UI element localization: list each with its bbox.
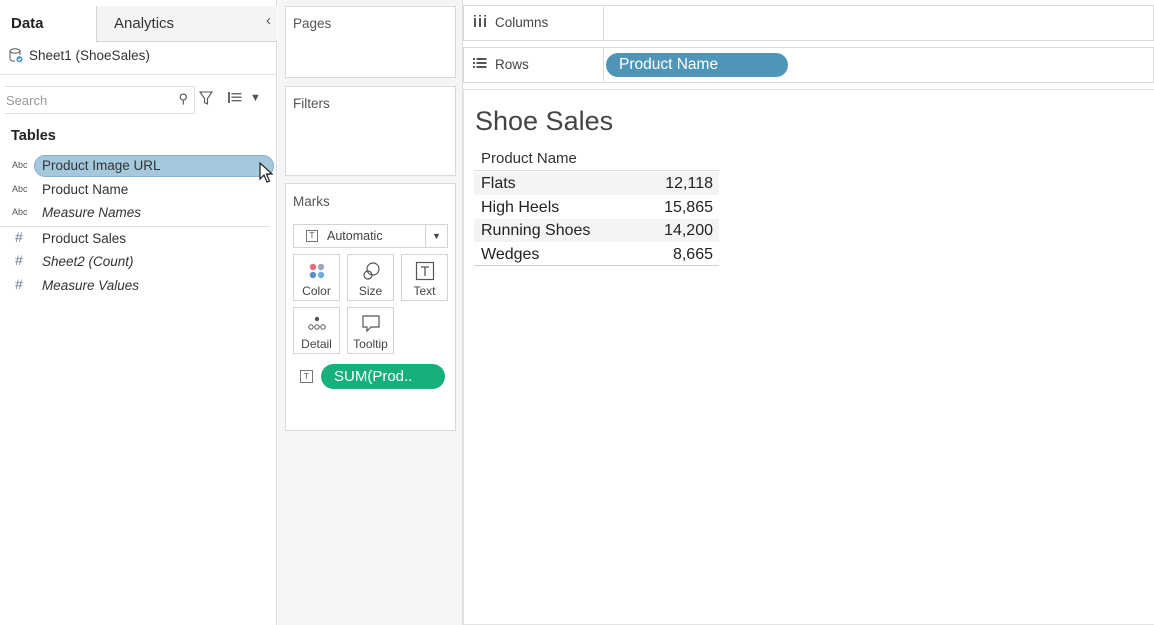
row-value: 14,200 (664, 222, 713, 239)
tooltip-label: Tooltip (353, 337, 388, 351)
divider (0, 74, 277, 75)
detail-icon (294, 314, 339, 334)
search-input[interactable]: Search ⚲ (4, 86, 195, 114)
data-pane: Data Analytics ‹ Sheet1 (ShoeSales) Sear… (0, 0, 277, 625)
rows-shelf-label: Rows (464, 48, 604, 82)
row-product-name: Running Shoes (481, 222, 591, 239)
tab-analytics-label: Analytics (114, 15, 175, 32)
row-product-name: Flats (481, 175, 516, 192)
rows-icon (473, 57, 487, 82)
columns-shelf[interactable]: Columns (463, 5, 1154, 41)
list-view-icon (228, 92, 242, 106)
column-header: Product Name (481, 150, 577, 167)
pane-tabs: Data Analytics ‹ (0, 6, 277, 42)
view-toggle[interactable]: ▼ (228, 92, 261, 106)
mark-type-dropdown[interactable]: T Automatic ▼ (293, 224, 448, 248)
marks-title: Marks (293, 194, 330, 209)
search-row: Search ⚲ ▼ (0, 86, 277, 114)
field-measure-values[interactable]: # Measure Values (0, 275, 277, 297)
table-row[interactable]: Flats 12,118 (474, 171, 719, 195)
detail-label: Detail (301, 337, 332, 351)
row-value: 12,118 (665, 175, 713, 192)
size-button[interactable]: Size (347, 254, 394, 301)
sheet-title: Shoe Sales (475, 106, 614, 136)
text-icon (402, 261, 447, 281)
field-label: Product Sales (42, 231, 127, 246)
mark-type-label: Automatic (327, 229, 383, 243)
rows-shelf[interactable]: Rows Product Name (463, 47, 1154, 83)
cards-column: Pages Filters Marks T Automatic ▼ Color … (278, 0, 463, 625)
number-type-icon: # (15, 252, 23, 268)
tooltip-icon (348, 314, 393, 334)
field-label: Product Name (42, 182, 129, 197)
row-product-name: High Heels (481, 198, 560, 216)
string-type-icon: Abc (12, 184, 28, 194)
datasource-label: Sheet1 (ShoeSales) (29, 48, 150, 63)
table-row[interactable]: Running Shoes 14,200 (474, 218, 719, 242)
field-label: Measure Values (42, 278, 140, 293)
tables-heading: Tables (11, 128, 56, 144)
rows-pill-product-name[interactable]: Product Name (606, 53, 788, 77)
table-row[interactable]: Wedges 8,665 (474, 241, 719, 266)
tab-data[interactable]: Data (0, 6, 97, 42)
columns-label: Columns (495, 15, 549, 30)
text-mark-icon: T (306, 230, 318, 242)
table-row[interactable]: High Heels 15,865 (474, 194, 719, 219)
field-product-image-url[interactable]: Abc Product Image URL (0, 155, 277, 177)
string-type-icon: Abc (12, 207, 28, 217)
row-value: 8,665 (672, 245, 713, 263)
detail-button[interactable]: Detail (293, 307, 340, 354)
size-label: Size (358, 284, 383, 298)
measure-pill[interactable]: SUM(Prod.. (321, 364, 445, 389)
datasource-item[interactable]: Sheet1 (ShoeSales) (9, 48, 150, 63)
size-icon (348, 261, 393, 281)
dropdown-arrow-icon: ▼ (425, 225, 447, 247)
field-label: Sheet2 (Count) (42, 254, 134, 269)
field-measure-names[interactable]: Abc Measure Names (0, 202, 277, 224)
text-table: Product Name Flats 12,118 High Heels 15,… (474, 148, 719, 266)
chevron-down-icon: ▼ (250, 92, 261, 104)
text-encoding-icon: T (300, 370, 313, 383)
filters-card[interactable]: Filters (285, 86, 456, 176)
pages-title: Pages (293, 16, 332, 31)
row-product-name: Wedges (481, 245, 540, 263)
rows-label: Rows (495, 57, 529, 72)
number-type-icon: # (15, 276, 23, 292)
row-value: 15,865 (664, 198, 713, 216)
table-bottom-rule (474, 265, 719, 266)
mouse-cursor-icon (259, 161, 274, 189)
viz-canvas[interactable]: Shoe Sales Product Name Flats 12,118 Hig… (463, 89, 1154, 625)
measures-divider (0, 226, 270, 227)
tooltip-button[interactable]: Tooltip (347, 307, 394, 354)
field-sheet2-count[interactable]: # Sheet2 (Count) (0, 251, 277, 273)
number-type-icon: # (15, 229, 23, 245)
field-product-sales[interactable]: # Product Sales (0, 228, 277, 250)
pages-card[interactable]: Pages (285, 6, 456, 78)
string-type-icon: Abc (12, 160, 28, 170)
database-icon (9, 48, 23, 63)
field-product-name[interactable]: Abc Product Name (0, 179, 277, 201)
text-label: Text (413, 284, 436, 298)
text-button[interactable]: Text (401, 254, 448, 301)
filters-title: Filters (293, 96, 330, 111)
columns-icon (473, 15, 487, 40)
filter-funnel-icon[interactable] (198, 91, 214, 111)
field-label: Measure Names (42, 205, 142, 220)
chevron-left-icon[interactable]: ‹ (266, 12, 271, 29)
field-label: Product Image URL (42, 158, 161, 173)
marks-card: Marks T Automatic ▼ Color Size Text Deta… (285, 183, 456, 431)
worksheet-area: Columns Rows Product Name Shoe Sales Pro… (463, 0, 1154, 625)
columns-shelf-label: Columns (464, 6, 604, 40)
color-icon (294, 261, 339, 281)
search-icon[interactable]: ⚲ (178, 91, 188, 107)
color-label: Color (302, 284, 331, 298)
color-button[interactable]: Color (293, 254, 340, 301)
search-placeholder: Search (6, 93, 48, 108)
table-body: Flats 12,118 High Heels 15,865 Running S… (474, 171, 719, 265)
tab-analytics[interactable]: Analytics ‹ (97, 6, 277, 42)
